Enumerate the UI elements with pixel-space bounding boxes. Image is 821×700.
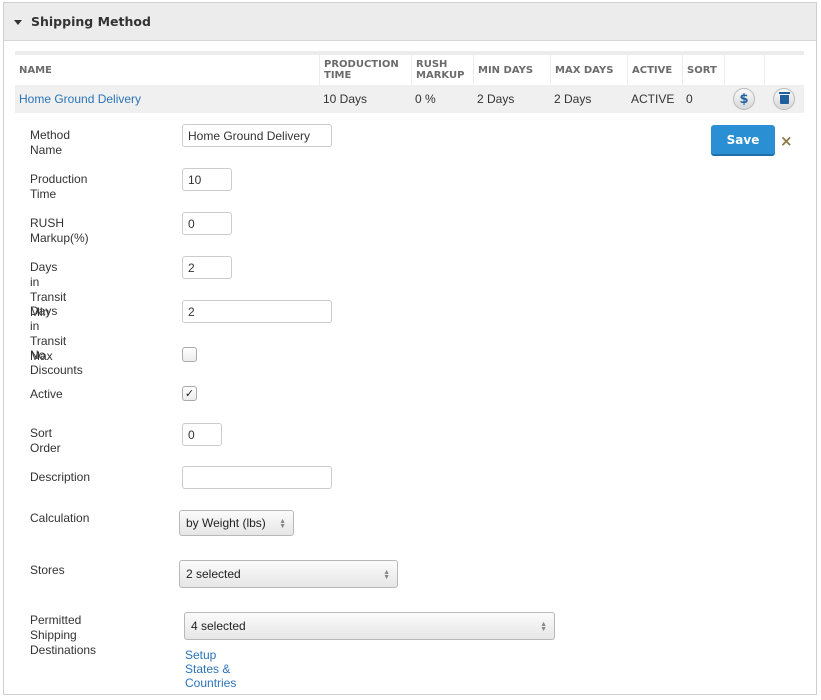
sort-order-label: Sort Order: [30, 426, 61, 455]
cell-min-days: 2 Days: [477, 92, 515, 106]
rush-markup-input[interactable]: [182, 212, 232, 235]
no-discounts-checkbox[interactable]: [182, 347, 197, 362]
active-checkbox[interactable]: ✓: [182, 386, 197, 401]
active-label: Active: [30, 387, 63, 401]
cell-delete: [764, 85, 804, 113]
transit-min-input[interactable]: [182, 256, 232, 279]
dollar-icon: $: [739, 91, 749, 107]
cell-max-days: 2 Days: [554, 92, 592, 106]
no-discounts-label: No Discounts: [30, 348, 83, 377]
method-name-input[interactable]: [182, 124, 332, 147]
trash-icon: [778, 92, 790, 104]
column-header-name: NAME: [19, 64, 52, 76]
column-header-sort: SORT: [682, 55, 724, 85]
cell-name: Home Ground Delivery: [15, 85, 319, 113]
save-button[interactable]: Save: [711, 125, 775, 156]
production-time-label: Production Time: [30, 172, 88, 201]
calculation-select[interactable]: by Weight (lbs) ▲ ▼: [179, 510, 294, 536]
close-icon[interactable]: ×: [780, 132, 793, 150]
select-arrows-icon: ▲ ▼: [383, 569, 390, 581]
setup-states-countries-link[interactable]: Setup States & Countries: [185, 648, 236, 690]
destinations-select[interactable]: 4 selected ▲ ▼: [184, 612, 555, 640]
column-header-pricing: [724, 55, 764, 85]
cell-pricing: $: [724, 85, 764, 113]
panel-title: Shipping Method: [31, 14, 151, 29]
select-arrows-icon: ▲ ▼: [279, 518, 286, 530]
destinations-label-line1: Permitted Shipping: [30, 613, 82, 642]
column-header-active: ACTIVE: [627, 55, 682, 85]
destinations-label-line2: Destinations: [30, 643, 97, 657]
destinations-label: Permitted Shipping Destinations: [30, 613, 96, 658]
column-header-production-time: PRODUCTION TIME: [319, 55, 411, 85]
rush-markup-label: RUSH Markup(%): [30, 216, 89, 245]
method-name-label: Method Name: [30, 128, 71, 157]
sort-order-input[interactable]: [182, 423, 222, 446]
column-header-max-days: MAX DAYS: [550, 55, 627, 85]
checkmark-icon: ✓: [184, 388, 195, 400]
column-header-delete: [764, 55, 804, 85]
description-input[interactable]: [182, 466, 332, 489]
table-header: NAME PRODUCTION TIME RUSH MARKUP MIN DAY…: [15, 51, 804, 85]
cell-production-time: 10 Days: [323, 92, 368, 106]
pricing-button[interactable]: $: [733, 88, 755, 110]
stores-label: Stores: [30, 563, 65, 577]
delete-button[interactable]: [773, 88, 795, 110]
calculation-label: Calculation: [30, 511, 90, 525]
panel-header[interactable]: Shipping Method: [4, 3, 816, 41]
method-name-link[interactable]: Home Ground Delivery: [19, 92, 141, 106]
cell-sort: 0: [686, 92, 693, 106]
calculation-selected-value: by Weight (lbs): [186, 516, 266, 530]
column-header-rush-markup: RUSH MARKUP: [411, 55, 473, 85]
cell-active: ACTIVE: [631, 92, 675, 106]
destinations-selected-value: 4 selected: [191, 619, 246, 633]
production-time-input[interactable]: [182, 168, 232, 191]
cell-rush-markup: 0 %: [415, 92, 436, 106]
caret-down-icon[interactable]: [14, 19, 22, 25]
column-header-min-days: MIN DAYS: [473, 55, 550, 85]
select-arrows-icon: ▲ ▼: [540, 621, 547, 633]
stores-select[interactable]: 2 selected ▲ ▼: [179, 560, 398, 588]
shipping-method-panel: Shipping Method NAME PRODUCTION TIME RUS…: [3, 2, 817, 695]
stores-selected-value: 2 selected: [186, 567, 241, 581]
table-row: Home Ground Delivery 10 Days 0 % 2 Days …: [15, 85, 804, 113]
transit-max-input[interactable]: [182, 300, 332, 323]
shipping-methods-table: NAME PRODUCTION TIME RUSH MARKUP MIN DAY…: [15, 51, 804, 113]
description-label: Description: [30, 470, 91, 484]
